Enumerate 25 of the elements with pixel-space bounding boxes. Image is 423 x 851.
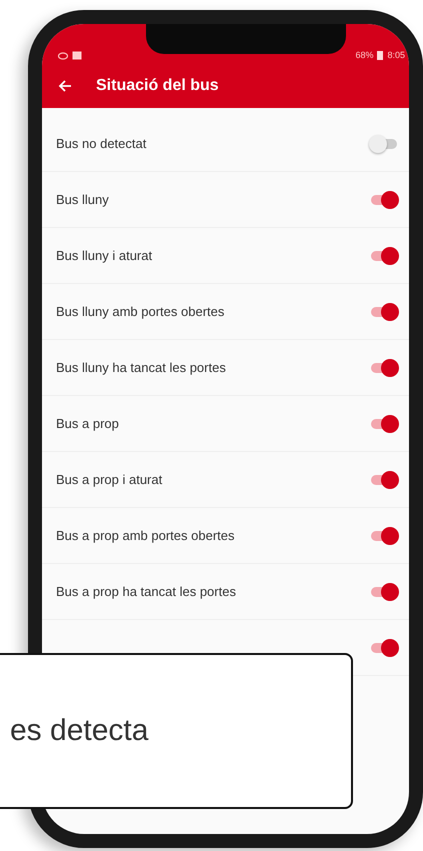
screen-title: Situació del bus	[96, 77, 219, 95]
toggle-switch[interactable]	[369, 638, 399, 658]
setting-label: Bus a prop	[56, 416, 119, 431]
setting-label: Bus lluny i aturat	[56, 248, 152, 263]
setting-label: Bus lluny	[56, 192, 109, 207]
setting-label: Bus lluny amb portes obertes	[56, 304, 224, 319]
toggle-switch[interactable]	[369, 302, 399, 322]
tooltip-text: es detecta	[10, 714, 148, 748]
toggle-switch[interactable]	[369, 526, 399, 546]
setting-label: Bus no detectat	[56, 136, 146, 151]
toggle-switch[interactable]	[369, 414, 399, 434]
toggle-switch[interactable]	[369, 190, 399, 210]
setting-label: Bus lluny ha tancat les portes	[56, 360, 226, 375]
toggle-switch[interactable]	[369, 246, 399, 266]
toggle-switch[interactable]	[369, 134, 399, 154]
battery-icon	[377, 50, 384, 60]
toggle-switch[interactable]	[369, 358, 399, 378]
battery-percent: 68%	[355, 50, 374, 60]
toggle-switch[interactable]	[369, 470, 399, 490]
toggle-switch[interactable]	[369, 582, 399, 602]
clock-time: 8:05	[387, 50, 405, 60]
setting-label: Bus a prop amb portes obertes	[56, 528, 234, 543]
setting-label: Bus a prop i aturat	[56, 472, 162, 487]
back-arrow-icon[interactable]	[58, 80, 72, 92]
setting-label: Bus a prop ha tancat les portes	[56, 584, 236, 599]
